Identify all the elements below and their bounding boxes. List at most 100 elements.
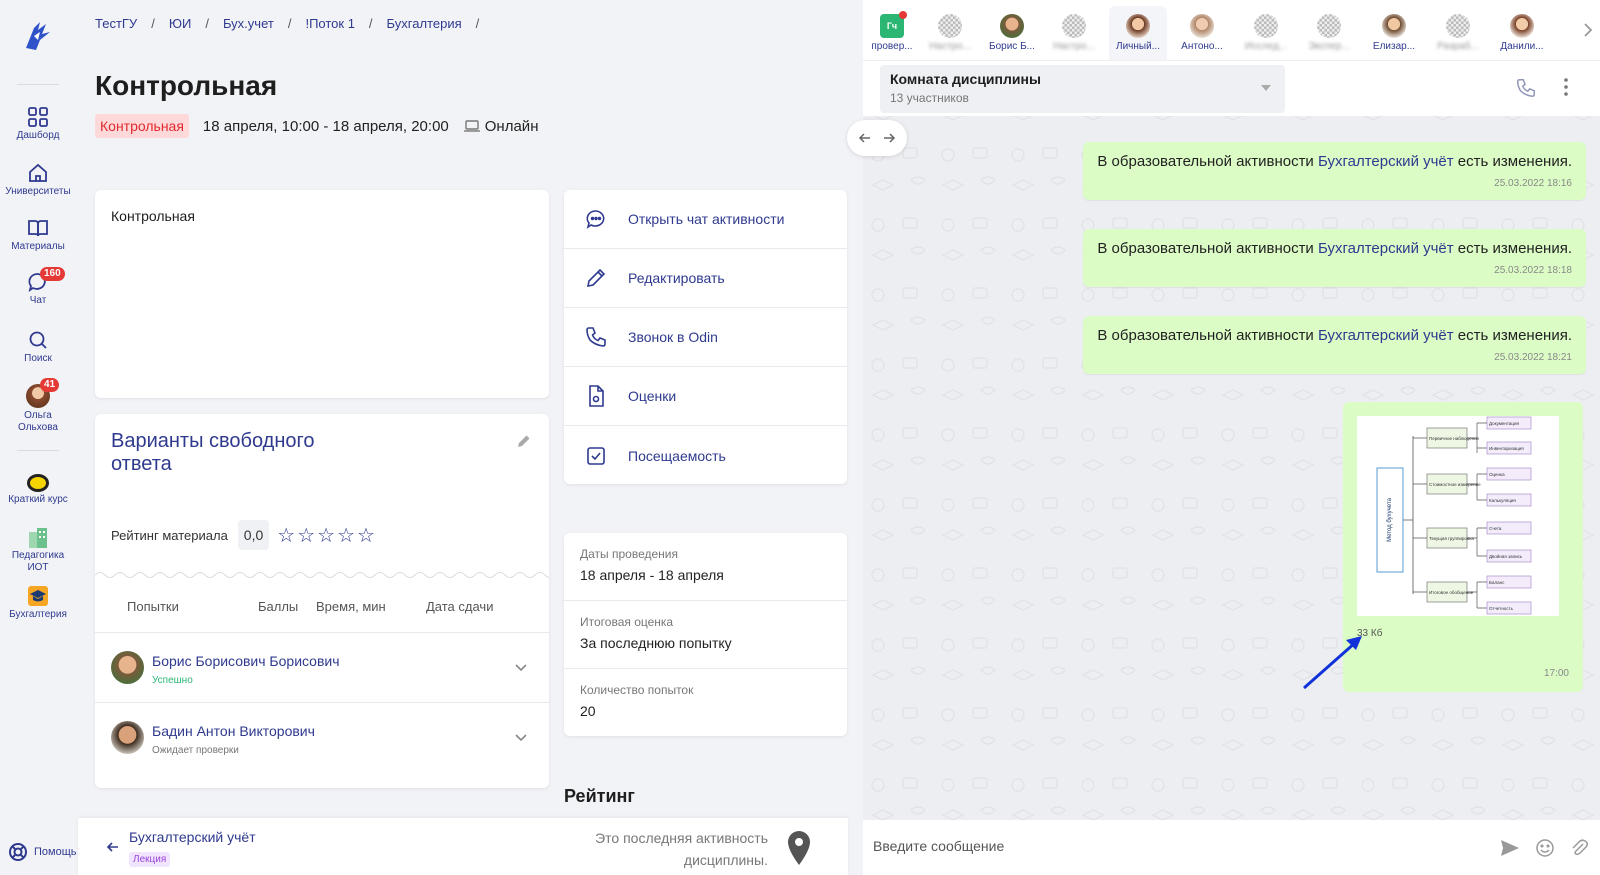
breadcrumb-item[interactable]: ЮИ <box>169 16 191 31</box>
avatar <box>1510 14 1534 38</box>
activity-kind-tag: Лекция <box>129 852 171 867</box>
attendance-button[interactable]: Посещаемость <box>564 426 847 485</box>
avatar <box>1126 14 1150 38</box>
more-options-icon[interactable] <box>1563 77 1569 97</box>
sidebar-item-label: Краткий курс <box>8 494 68 505</box>
sidebar-item-label: Бухгалтерия <box>9 609 67 620</box>
svg-text:Инвентаризация: Инвентаризация <box>1489 446 1524 451</box>
student-name[interactable]: Бадин Антон Викторович <box>152 723 315 739</box>
contact-item[interactable]: Антоно... <box>1173 6 1231 60</box>
sidebar-course-pedagogy[interactable]: Педагогика ИОТ <box>0 526 76 574</box>
free-answer-variants-card: Варианты свободного ответа Рейтинг матер… <box>95 414 549 788</box>
svg-text:Баланс: Баланс <box>1489 580 1505 585</box>
sidebar-item-dashboard[interactable]: Дашборд <box>0 106 76 142</box>
sidebar-item-materials[interactable]: Материалы <box>0 217 76 253</box>
previous-activity-link[interactable]: Бухгалтерский учёт <box>129 829 256 845</box>
buildings-icon <box>29 528 47 548</box>
edit-pencil-icon[interactable] <box>517 434 531 448</box>
group-chat-icon: Гч <box>880 11 907 38</box>
chat-message: В образовательной активности Бухгалтерск… <box>1083 229 1586 287</box>
sidebar-item-universities[interactable]: Университеты <box>0 162 76 198</box>
arrow-left-icon[interactable] <box>106 840 120 854</box>
sidebar-item-chat[interactable]: 160 Чат <box>0 267 76 307</box>
breadcrumb-item[interactable]: ТестГУ <box>95 16 137 31</box>
edit-button[interactable]: Редактировать <box>564 249 847 308</box>
student-name[interactable]: Борис Борисович Борисович <box>152 653 340 669</box>
contact-item[interactable]: Борис Б... <box>983 6 1041 60</box>
sidebar-course-short[interactable]: Краткий курс <box>0 474 76 506</box>
phone-icon[interactable] <box>1515 77 1537 99</box>
message-text: В образовательной активности <box>1097 153 1318 170</box>
profile-count-badge: 41 <box>40 378 60 392</box>
svg-text:Калькуляция: Калькуляция <box>1489 498 1516 503</box>
status-badge: Ожидает проверки <box>152 745 239 756</box>
grid-icon <box>28 107 48 127</box>
sidebar-course-accounting[interactable]: Бухгалтерия <box>0 585 76 621</box>
star-icon[interactable]: ☆ <box>277 523 295 548</box>
chevron-down-icon[interactable] <box>513 659 529 675</box>
column-header-attempts: Попытки <box>127 599 179 614</box>
star-icon[interactable]: ☆ <box>297 523 315 548</box>
rating-value: 0,0 <box>237 520 270 550</box>
contact-item[interactable]: Гч провер... <box>863 6 921 60</box>
svg-text:Текущая группировка: Текущая группировка <box>1429 536 1474 541</box>
contact-item[interactable]: Настро... <box>1045 6 1103 60</box>
star-icon[interactable]: ☆ <box>357 523 375 548</box>
breadcrumb-item[interactable]: !Поток 1 <box>305 16 354 31</box>
send-icon[interactable] <box>1500 838 1520 858</box>
contact-item[interactable]: Данили... <box>1493 6 1551 60</box>
action-label: Звонок в Odin <box>628 329 718 345</box>
activity-dates: 18 апреля, 10:00 - 18 апреля, 20:00 <box>202 117 449 135</box>
svg-text:Стоимостное измерение: Стоимостное измерение <box>1429 482 1481 487</box>
contact-name: Разраб... <box>1437 41 1479 52</box>
sidebar-item-label: Поиск <box>24 353 52 364</box>
star-icon[interactable]: ☆ <box>317 523 335 548</box>
table-row[interactable]: Бадин Антон Викторович Ожидает проверки <box>95 702 549 772</box>
left-sidebar: Дашборд Университеты Материалы 160 Чат П… <box>0 0 77 875</box>
room-selector[interactable]: Комната дисциплины 13 участников <box>880 65 1285 113</box>
star-icon[interactable]: ☆ <box>337 523 355 548</box>
message-text: В образовательной активности <box>1097 327 1318 344</box>
rating-stars[interactable]: ☆ ☆ ☆ ☆ ☆ <box>277 523 375 548</box>
breadcrumb-item[interactable]: Бух.учет <box>223 16 274 31</box>
paperclip-icon[interactable] <box>1569 838 1589 858</box>
contact-item[interactable]: Елизар... <box>1365 6 1423 60</box>
svg-text:Счета: Счета <box>1489 526 1502 531</box>
activity-link[interactable]: Бухгалтерский учёт <box>1318 327 1454 344</box>
contact-item[interactable]: Исслед... <box>1237 6 1295 60</box>
breadcrumb: ТестГУ / ЮИ / Бух.учет / !Поток 1 / Бухгалте… <box>95 16 493 31</box>
contact-name: Антоно... <box>1181 41 1223 52</box>
message-timestamp: 25.03.2022 18:21 <box>1494 352 1572 363</box>
sidebar-item-label: Чат <box>29 295 47 306</box>
chevron-down-icon[interactable] <box>513 729 529 745</box>
contact-item-active[interactable]: Личный... <box>1109 6 1167 60</box>
divider <box>17 84 59 85</box>
attached-image-thumbnail[interactable]: Метод бухучета Первичное наблюдение Стои… <box>1357 416 1559 616</box>
contact-item[interactable]: Экспер... <box>1300 6 1358 60</box>
activity-link[interactable]: Бухгалтерский учёт <box>1318 153 1454 170</box>
sidebar-item-search[interactable]: Поиск <box>0 329 76 365</box>
document-icon <box>589 385 604 407</box>
table-row[interactable]: Борис Борисович Борисович Успешно <box>95 632 549 702</box>
open-activity-chat-button[interactable]: Открыть чат активности <box>564 190 847 249</box>
arrow-right-icon[interactable] <box>882 131 896 145</box>
grades-button[interactable]: Оценки <box>564 367 847 426</box>
info-section-attempts: Количество попыток 20 <box>564 669 847 737</box>
sidebar-item-profile[interactable]: 41 Ольга Ольхова <box>0 378 76 434</box>
activity-link[interactable]: Бухгалтерский учёт <box>1318 240 1454 257</box>
arrow-left-icon[interactable] <box>858 131 872 145</box>
info-section-dates: Даты проведения 18 апреля - 18 апреля <box>564 533 847 601</box>
svg-text:Двойная запись: Двойная запись <box>1489 553 1523 559</box>
avatar <box>1446 14 1470 38</box>
app-logo-icon[interactable] <box>20 18 56 54</box>
emoji-icon[interactable] <box>1535 838 1555 858</box>
contact-item[interactable]: Настро... <box>921 6 979 60</box>
call-odin-button[interactable]: Звонок в Odin <box>564 308 847 367</box>
action-label: Редактировать <box>628 270 725 286</box>
activity-type-tag: Контрольная <box>95 114 189 138</box>
contact-item[interactable]: Разраб... <box>1429 6 1487 60</box>
breadcrumb-item[interactable]: Бухгалтерия <box>387 16 462 31</box>
message-input[interactable]: Введите сообщение <box>873 838 1004 854</box>
help-button[interactable]: Помощь <box>8 842 77 862</box>
chevron-right-icon[interactable] <box>1582 22 1594 38</box>
